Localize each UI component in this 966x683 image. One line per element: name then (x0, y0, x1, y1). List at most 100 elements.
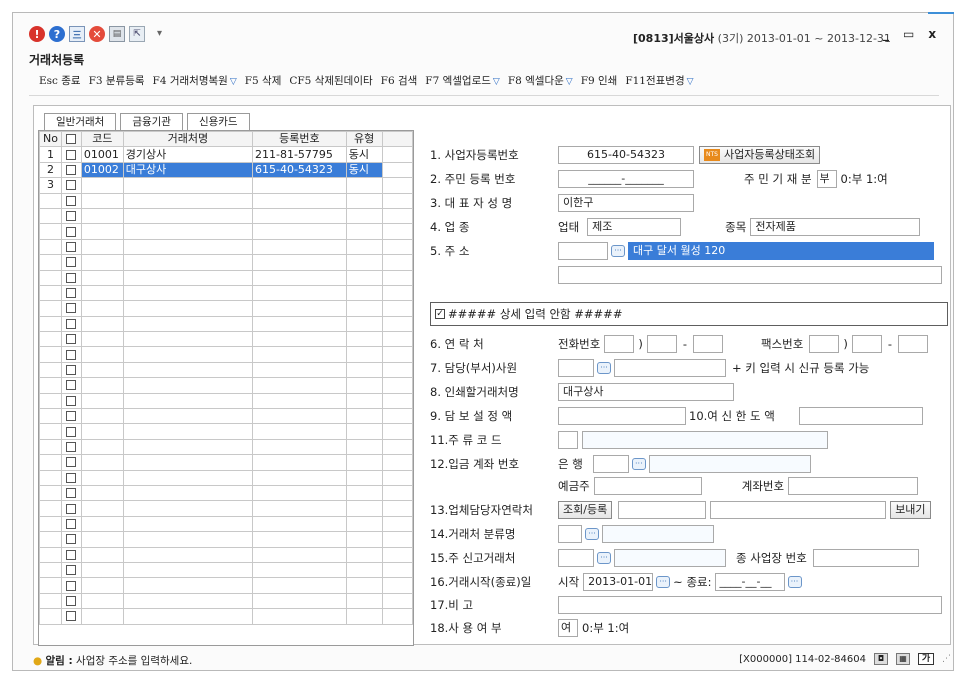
table-row[interactable] (39, 207, 413, 225)
printer-icon[interactable]: ▤ (109, 26, 125, 42)
cell-no[interactable] (39, 331, 62, 348)
note-input[interactable] (558, 596, 942, 614)
cell-no[interactable] (39, 561, 62, 579)
row-checkbox[interactable] (66, 211, 77, 222)
row-checkbox[interactable] (66, 318, 77, 329)
cell-no[interactable] (39, 423, 62, 440)
row-checkbox[interactable] (66, 349, 77, 360)
cell-no[interactable] (39, 469, 62, 486)
cell-name[interactable] (122, 223, 253, 240)
col-check[interactable] (60, 131, 82, 148)
cell-no[interactable]: 1 (39, 146, 62, 163)
table-row[interactable] (39, 592, 413, 610)
cell-reg-no[interactable] (251, 207, 347, 225)
main-report-lookup-icon[interactable]: ··· (597, 552, 611, 564)
cell-reg-no[interactable] (251, 300, 347, 317)
cell-type[interactable] (345, 454, 383, 471)
toolbar-item-5[interactable]: F6 검색 (381, 73, 418, 88)
cell-reg-no[interactable] (251, 515, 347, 533)
cell-check[interactable] (60, 315, 82, 333)
cell-check[interactable] (60, 484, 82, 502)
cell-no[interactable]: 2 (39, 161, 62, 179)
toolbar-item-6[interactable]: F7 엑셀업로드 ▽ (425, 73, 500, 88)
cell-code[interactable] (80, 454, 124, 471)
cell-name[interactable] (122, 269, 253, 286)
cell-type[interactable] (345, 469, 383, 486)
zipcode-lookup-icon[interactable]: ··· (611, 245, 625, 257)
detail-toggle[interactable]: ✓ ##### 상세 입력 안함 ##### (430, 302, 948, 326)
cell-blank[interactable] (381, 361, 413, 379)
toolbar-item-3[interactable]: F5 삭제 (245, 73, 282, 88)
cell-blank[interactable] (381, 469, 413, 486)
cell-no[interactable]: 3 (39, 177, 62, 194)
cell-type[interactable] (345, 423, 383, 440)
cell-check[interactable] (60, 161, 82, 179)
row-checkbox[interactable] (66, 395, 77, 406)
cell-name[interactable] (122, 284, 253, 302)
select-all-checkbox[interactable] (66, 134, 77, 145)
toolbar-item-0[interactable]: Esc 종료 (39, 73, 81, 88)
cell-code[interactable] (80, 315, 124, 333)
cell-blank[interactable] (381, 161, 413, 179)
camera-icon[interactable]: ◘ (874, 653, 888, 665)
cell-name[interactable] (122, 577, 253, 594)
credit-input[interactable] (798, 407, 923, 425)
help-icon[interactable]: ? (49, 26, 65, 42)
cell-type[interactable] (345, 484, 383, 502)
cell-check[interactable] (60, 207, 82, 225)
cell-code[interactable] (80, 300, 124, 317)
cell-blank[interactable] (381, 531, 413, 548)
cell-type[interactable] (345, 561, 383, 579)
phone-last-input[interactable] (692, 335, 723, 353)
cell-name[interactable] (122, 361, 253, 379)
table-row[interactable] (39, 361, 413, 379)
row-checkbox[interactable] (66, 611, 77, 622)
row-checkbox[interactable] (66, 580, 77, 591)
phone-mid-input[interactable] (646, 335, 677, 353)
cell-name[interactable] (122, 515, 253, 533)
cell-type[interactable] (345, 438, 383, 456)
cell-name[interactable] (122, 315, 253, 333)
table-row[interactable] (39, 546, 413, 563)
cell-type[interactable] (345, 592, 383, 610)
cell-code[interactable] (80, 361, 124, 379)
stop-icon[interactable]: ! (29, 26, 45, 42)
cell-name[interactable] (122, 531, 253, 548)
address-input[interactable]: 대구 달서 월성 120 (628, 242, 934, 260)
use-input[interactable]: 여 (558, 619, 578, 637)
cell-check[interactable] (60, 531, 82, 548)
cell-no[interactable] (39, 484, 62, 502)
cell-check[interactable] (60, 561, 82, 579)
cell-type[interactable] (345, 192, 383, 209)
cell-type[interactable] (345, 346, 383, 363)
cell-type[interactable] (345, 500, 383, 517)
cell-reg-no[interactable] (251, 469, 347, 486)
row-checkbox[interactable] (66, 488, 77, 499)
row-checkbox[interactable] (66, 164, 77, 175)
row-checkbox[interactable] (66, 442, 77, 452)
cell-blank[interactable] (381, 254, 413, 271)
cell-no[interactable] (39, 361, 62, 379)
cell-code[interactable] (80, 438, 124, 456)
table-row[interactable] (39, 608, 413, 625)
cell-reg-no[interactable] (251, 608, 347, 625)
category-code-input[interactable] (558, 525, 582, 543)
fax-mid-input[interactable] (851, 335, 882, 353)
cell-code[interactable] (80, 223, 124, 240)
cell-no[interactable] (39, 454, 62, 471)
manager-lookup-icon[interactable]: ··· (597, 362, 611, 374)
cell-type[interactable] (345, 207, 383, 225)
close-circle-icon[interactable]: ✕ (89, 26, 105, 42)
cell-no[interactable] (39, 438, 62, 456)
account-no-input[interactable] (788, 477, 919, 495)
cell-reg-no[interactable] (251, 361, 347, 379)
cell-no[interactable] (39, 546, 62, 563)
cell-no[interactable] (39, 377, 62, 394)
table-row[interactable] (39, 561, 413, 579)
cell-check[interactable] (60, 392, 82, 410)
cell-name[interactable] (122, 438, 253, 456)
table-row[interactable]: 2 01002 대구상사 615-40-54323 동시 (39, 161, 413, 179)
cell-check[interactable] (60, 423, 82, 440)
start-calendar-icon[interactable]: ··· (656, 576, 671, 588)
col-code[interactable]: 코드 (80, 131, 124, 148)
